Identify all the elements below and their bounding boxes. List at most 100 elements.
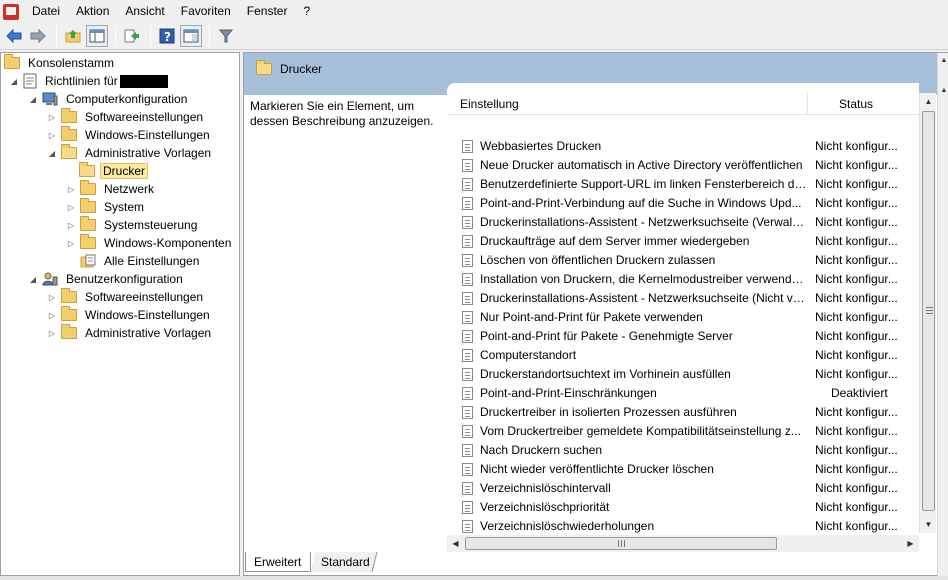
tree-node-user-windows[interactable]: ▷ Windows-Einstellungen (47, 306, 213, 324)
setting-status: Nicht konfigur... (815, 367, 898, 381)
folder-open-icon (79, 162, 95, 177)
folder-icon (61, 324, 77, 339)
menu-aktion[interactable]: Aktion (68, 0, 117, 23)
tree-node-policy[interactable]: ◢ Richtlinien für (9, 72, 171, 90)
tree-node-winkomp[interactable]: ▷ Windows-Komponenten (66, 234, 234, 252)
collapse-arrow-icon[interactable]: ▷ (66, 220, 76, 230)
computer-icon (42, 92, 58, 106)
table-row[interactable]: Nur Point-and-Print für Pakete verwenden… (447, 308, 919, 327)
table-row[interactable]: Verzeichnislöschintervall Nicht konfigur.… (447, 479, 919, 498)
tree-node-comp-windows[interactable]: ▷ Windows-Einstellungen (47, 126, 213, 144)
list-vertical-scrollbar[interactable]: ▲ ▼ (919, 93, 936, 533)
collapse-arrow-icon[interactable]: ▷ (66, 202, 76, 212)
collapse-arrow-icon[interactable]: ▷ (66, 238, 76, 248)
policy-document-icon (23, 73, 37, 89)
table-row[interactable]: Druckerinstallations-Assistent - Netzwer… (447, 213, 919, 232)
scroll-up-arrow-icon[interactable]: ▲ (920, 93, 937, 110)
collapse-arrow-icon[interactable]: ▷ (47, 130, 57, 140)
tree-node-systemsteuerung[interactable]: ▷ Systemsteuerung (66, 216, 200, 234)
table-row[interactable]: Druckerstandortsuchtext im Vorhinein aus… (447, 365, 919, 384)
setting-status: Deaktiviert (831, 386, 888, 400)
policy-setting-icon (462, 273, 473, 286)
menu-ansicht[interactable]: Ansicht (117, 0, 172, 23)
tree-node-comp-admin[interactable]: ◢ Administrative Vorlagen (47, 144, 214, 162)
list-horizontal-scrollbar[interactable]: ◀ ▶ (447, 535, 919, 552)
scroll-down-arrow-icon[interactable]: ▲ (938, 83, 948, 97)
scroll-up-arrow-icon[interactable]: ▲ (938, 53, 948, 67)
setting-status: Nicht konfigur... (815, 253, 898, 267)
column-header-status[interactable]: Status (839, 97, 873, 111)
menu-help[interactable]: ? (295, 0, 318, 23)
pane-vertical-scrollbar[interactable]: ▲ ▲ (937, 53, 948, 577)
scroll-left-arrow-icon[interactable]: ◀ (447, 535, 464, 552)
tree-node-netzwerk[interactable]: ▷ Netzwerk (66, 180, 157, 198)
scroll-down-arrow-icon[interactable]: ▼ (920, 516, 937, 533)
expand-arrow-icon[interactable]: ◢ (28, 274, 38, 284)
setting-name: Druckerinstallations-Assistent - Netzwer… (480, 215, 807, 229)
filter-icon[interactable] (215, 25, 237, 47)
up-folder-icon[interactable] (62, 25, 84, 47)
table-row[interactable]: Löschen von öffentlichen Druckern zulass… (447, 251, 919, 270)
expand-arrow-icon[interactable]: ◢ (47, 148, 57, 158)
scroll-thumb[interactable] (465, 537, 777, 550)
tree-node-user[interactable]: ◢ Benutzerkonfiguration (28, 270, 186, 288)
table-row[interactable]: Vom Druckertreiber gemeldete Kompatibili… (447, 422, 919, 441)
policy-setting-icon (462, 311, 473, 324)
tree-node-computer[interactable]: ◢ Computerkonfiguration (28, 90, 190, 108)
collapse-arrow-icon[interactable]: ▷ (47, 328, 57, 338)
column-divider[interactable] (807, 93, 808, 115)
help-icon[interactable]: ? (156, 25, 178, 47)
table-row[interactable]: Webbasiertes Drucken Nicht konfigur... (447, 137, 919, 156)
table-row[interactable]: Verzeichnislöschpriorität Nicht konfigur.… (447, 498, 919, 517)
table-row[interactable]: Neue Drucker automatisch in Active Direc… (447, 156, 919, 175)
table-row[interactable]: Druckertreiber in isolierten Prozessen a… (447, 403, 919, 422)
tab-standard[interactable]: Standard (310, 552, 378, 572)
table-row[interactable]: Installation von Druckern, die Kernelmod… (447, 270, 919, 289)
folder-icon (80, 180, 96, 195)
policy-setting-icon (462, 444, 473, 457)
column-header-setting[interactable]: Einstellung (460, 97, 519, 111)
app-icon[interactable] (3, 3, 19, 20)
table-row[interactable]: Point-and-Print-Verbindung auf die Suche… (447, 194, 919, 213)
setting-name: Löschen von öffentlichen Druckern zulass… (480, 253, 716, 267)
collapse-arrow-icon[interactable]: ▷ (47, 292, 57, 302)
collapse-arrow-icon[interactable]: ▷ (47, 112, 57, 122)
expand-arrow-icon[interactable]: ◢ (9, 76, 19, 86)
collapse-arrow-icon[interactable]: ▷ (66, 184, 76, 194)
user-icon (42, 272, 58, 286)
scroll-thumb[interactable] (922, 111, 935, 511)
setting-name: Druckertreiber in isolierten Prozessen a… (480, 405, 737, 419)
tree-node-drucker[interactable]: Drucker (79, 162, 149, 180)
policy-setting-icon (462, 254, 473, 267)
table-row[interactable]: Nach Druckern suchen Nicht konfigur... (447, 441, 919, 460)
table-row[interactable]: Point-and-Print-Einschränkungen Deaktivie… (447, 384, 919, 403)
table-row[interactable]: Druckerinstallations-Assistent - Netzwer… (447, 289, 919, 308)
table-row[interactable]: Druckaufträge auf dem Server immer wiede… (447, 232, 919, 251)
collapse-arrow-icon[interactable]: ▷ (47, 310, 57, 320)
show-hide-tree-icon[interactable] (86, 25, 108, 47)
menu-favoriten[interactable]: Favoriten (173, 0, 239, 23)
table-row[interactable]: Verzeichnislöschwiederholungen Nicht konf… (447, 517, 919, 536)
tree-node-alle[interactable]: Alle Einstellungen (80, 252, 202, 270)
back-arrow-icon[interactable] (3, 25, 25, 47)
table-row[interactable]: Point-and-Print für Pakete - Genehmigte … (447, 327, 919, 346)
setting-status: Nicht konfigur... (815, 196, 898, 210)
properties-icon[interactable] (180, 25, 202, 47)
tree-node-user-admin[interactable]: ▷ Administrative Vorlagen (47, 324, 214, 342)
menu-datei[interactable]: Datei (24, 0, 68, 23)
expand-arrow-icon[interactable]: ◢ (28, 94, 38, 104)
table-row[interactable]: Nicht wieder veröffentlichte Drucker lös… (447, 460, 919, 479)
tree-node-system[interactable]: ▷ System (66, 198, 147, 216)
menu-fenster[interactable]: Fenster (239, 0, 296, 23)
tree-node-root[interactable]: Konsolenstamm (4, 54, 117, 72)
tree-node-user-software[interactable]: ▷ Softwareeinstellungen (47, 288, 206, 306)
export-list-icon[interactable] (121, 25, 143, 47)
forward-arrow-icon[interactable] (27, 25, 49, 47)
table-row[interactable]: Computerstandort Nicht konfigur... (447, 346, 919, 365)
tab-erweitert[interactable]: Erweitert (245, 552, 311, 572)
table-row[interactable]: Benutzerdefinierte Support-URL im linken… (447, 175, 919, 194)
tree-node-comp-software[interactable]: ▷ Softwareeinstellungen (47, 108, 206, 126)
setting-name: Nicht wieder veröffentlichte Drucker lös… (480, 462, 714, 476)
scroll-right-arrow-icon[interactable]: ▶ (902, 535, 919, 552)
folder-icon (61, 288, 77, 303)
